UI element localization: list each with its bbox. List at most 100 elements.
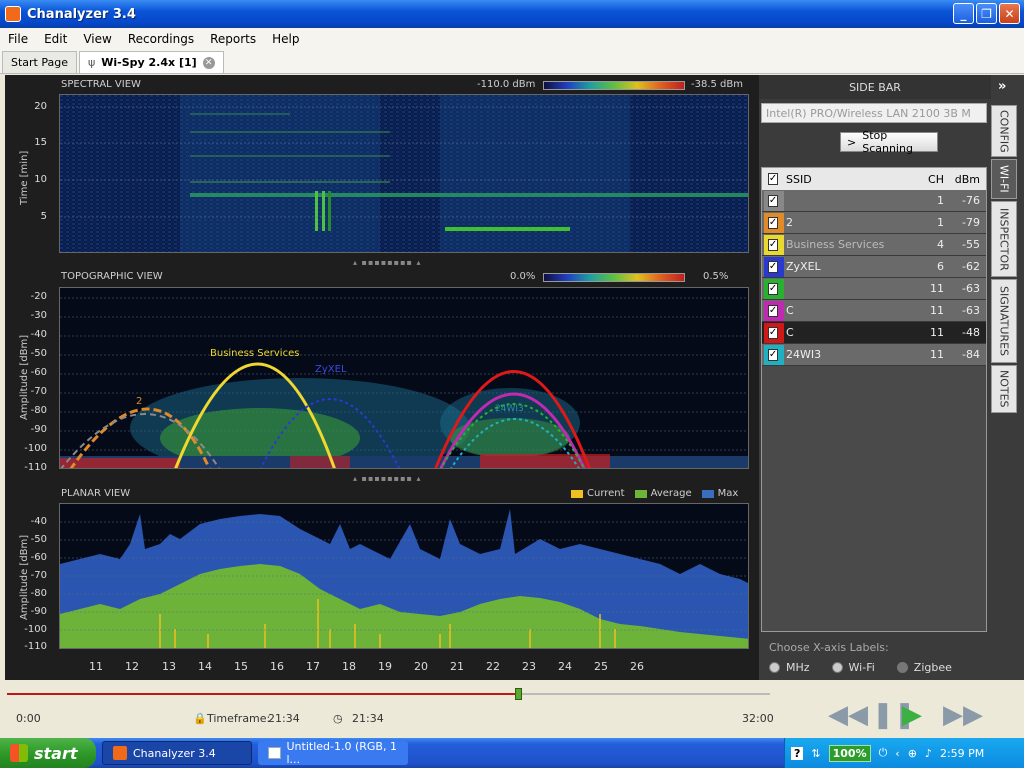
stop-scanning-button[interactable]: > Stop Scanning <box>840 129 938 155</box>
network-checkbox[interactable]: ✓ <box>767 194 779 207</box>
xaxis-label-heading: Choose X-axis Labels: <box>769 641 889 654</box>
radio-mhz[interactable]: MHz <box>769 661 810 674</box>
network-channel: 6 <box>937 260 944 273</box>
taskbar-item-untitled[interactable]: Untitled-1.0 (RGB, 1 l... <box>258 740 408 766</box>
timeline-start: 0:00 <box>16 712 41 725</box>
col-ssid[interactable]: SSID <box>786 173 918 186</box>
network-checkbox[interactable]: ✓ <box>767 216 779 229</box>
table-row[interactable]: ✓ 1 -76 <box>762 190 986 212</box>
wireless-icon[interactable]: ⊕ <box>908 747 917 760</box>
splitter-handle[interactable]: ▴ ▪▪▪▪▪▪▪▪ ▴ <box>353 474 422 483</box>
image-editor-icon <box>268 747 281 759</box>
radio-wifi[interactable]: Wi-Fi <box>831 661 875 674</box>
menu-help[interactable]: Help <box>264 32 307 46</box>
splitter-handle[interactable]: ▴ ▪▪▪▪▪▪▪▪ ▴ <box>353 258 422 267</box>
system-tray: ? ⇅ 100% ⏻ ‹ ⊕ ♪ 2:59 PM <box>784 738 1024 768</box>
planar-plot[interactable] <box>59 503 749 649</box>
vtab-inspector[interactable]: INSPECTOR <box>991 201 1017 277</box>
adapter-select[interactable]: Intel(R) PRO/Wireless LAN 2100 3B M <box>761 103 987 123</box>
tab-wispy[interactable]: ψ Wi-Spy 2.4x [1] ✕ <box>79 51 224 73</box>
sidebar-vertical-tabs: CONFIG WI-FI INSPECTOR SIGNATURES NOTES <box>991 99 1024 439</box>
sidebar-header: SIDE BAR <box>759 75 991 99</box>
taskbar-item-chanalyzer[interactable]: Chanalyzer 3.4 <box>102 741 252 765</box>
network-channel: 11 <box>930 348 944 361</box>
minimize-button[interactable]: _ <box>953 3 974 24</box>
vtab-signatures[interactable]: SIGNATURES <box>991 279 1017 363</box>
timeline-bar: 0:00 🔒 Timeframe: 21:34 ◷ 21:34 32:00 ◀◀… <box>0 680 1024 738</box>
power-plug-icon[interactable]: ⏻ <box>879 746 888 760</box>
vtab-notes[interactable]: NOTES <box>991 365 1017 413</box>
vtab-wifi[interactable]: WI-FI <box>991 159 1017 199</box>
col-ch[interactable]: CH <box>918 173 948 186</box>
planar-xtick: 24 <box>558 660 572 673</box>
planar-xtick: 22 <box>486 660 500 673</box>
select-all-checkbox[interactable]: ✓ <box>767 173 779 185</box>
topo-ytick: -20 <box>30 291 47 302</box>
table-row[interactable]: ✓ C 11 -48 <box>762 322 986 344</box>
play-icon[interactable]: ▶ <box>902 700 922 730</box>
timeline-thumb[interactable] <box>515 688 523 700</box>
fast-forward-icon[interactable]: ▶▶ <box>943 700 983 730</box>
planar-view-label: PLANAR VIEW <box>61 488 131 499</box>
planar-graph <box>60 509 748 648</box>
network-icon[interactable]: ⇅ <box>811 747 820 760</box>
spectral-view-label: SPECTRAL VIEW <box>61 79 141 90</box>
radio-zigbee-label: Zigbee <box>913 661 952 674</box>
chanalyzer-icon <box>113 746 127 760</box>
volume-icon[interactable]: ♪ <box>925 747 932 760</box>
timeline-end: 32:00 <box>742 712 774 725</box>
network-checkbox[interactable]: ✓ <box>767 326 779 339</box>
spectral-color-scale <box>543 81 685 90</box>
network-color-swatch: ✓ <box>764 234 784 255</box>
menu-view[interactable]: View <box>75 32 119 46</box>
table-row[interactable]: ✓ ZyXEL 6 -62 <box>762 256 986 278</box>
spectral-plot[interactable] <box>59 94 749 253</box>
expand-sidebar-icon[interactable]: » <box>998 79 1006 94</box>
network-checkbox[interactable]: ✓ <box>767 260 779 273</box>
topo-plot[interactable]: Business Services ZyXEL 24WI3 2 <box>59 287 749 469</box>
window-title: Chanalyzer 3.4 <box>27 6 136 22</box>
network-checkbox[interactable]: ✓ <box>767 304 779 317</box>
menu-edit[interactable]: Edit <box>36 32 75 46</box>
maximize-button[interactable]: ❐ <box>976 3 997 24</box>
table-row[interactable]: ✓ 24WI3 11 -84 <box>762 344 986 366</box>
network-checkbox[interactable]: ✓ <box>767 348 779 361</box>
network-ssid: ZyXEL <box>786 260 821 273</box>
menu-recordings[interactable]: Recordings <box>120 32 202 46</box>
network-dbm: -84 <box>962 348 980 361</box>
side-bar: SIDE BAR » CONFIG WI-FI INSPECTOR SIGNAT… <box>759 75 1024 680</box>
help-icon[interactable]: ? <box>791 746 804 760</box>
network-label-business: Business Services <box>210 348 300 359</box>
col-dbm[interactable]: dBm <box>948 173 986 186</box>
taskbar-item-label: Untitled-1.0 (RGB, 1 l... <box>286 740 397 766</box>
radio-zigbee[interactable]: Zigbee <box>896 661 952 674</box>
vtab-config[interactable]: CONFIG <box>991 105 1017 157</box>
table-row[interactable]: ✓ Business Services 4 -55 <box>762 234 986 256</box>
topo-ytick: -70 <box>30 386 47 397</box>
start-button[interactable]: start <box>0 738 96 768</box>
timeframe-label: Timeframe: <box>207 712 271 725</box>
table-row[interactable]: ✓ 11 -63 <box>762 278 986 300</box>
planar-ytick: -40 <box>30 516 47 527</box>
network-dbm: -48 <box>962 326 980 339</box>
clock[interactable]: 2:59 PM <box>940 747 984 760</box>
network-checkbox[interactable]: ✓ <box>767 238 779 251</box>
spectral-ytick: 15 <box>34 137 47 148</box>
close-tab-icon[interactable]: ✕ <box>202 56 215 69</box>
topo-ytick: -50 <box>30 348 47 359</box>
network-checkbox[interactable]: ✓ <box>767 282 779 295</box>
network-color-swatch: ✓ <box>764 278 784 299</box>
rewind-icon[interactable]: ◀◀ <box>828 700 868 730</box>
menu-reports[interactable]: Reports <box>202 32 264 46</box>
table-row[interactable]: ✓ 2 1 -79 <box>762 212 986 234</box>
close-button[interactable]: ✕ <box>999 3 1020 24</box>
table-row[interactable]: ✓ C 11 -63 <box>762 300 986 322</box>
tab-wispy-label: Wi-Spy 2.4x [1] <box>101 56 197 69</box>
battery-indicator[interactable]: 100% <box>828 744 871 762</box>
timeline-track[interactable] <box>7 693 770 695</box>
network-dbm: -79 <box>962 216 980 229</box>
menu-file[interactable]: File <box>0 32 36 46</box>
tray-arrow-icon[interactable]: ‹ <box>895 747 899 760</box>
tab-start-page[interactable]: Start Page <box>2 51 77 73</box>
legend-max: Max <box>717 488 739 499</box>
